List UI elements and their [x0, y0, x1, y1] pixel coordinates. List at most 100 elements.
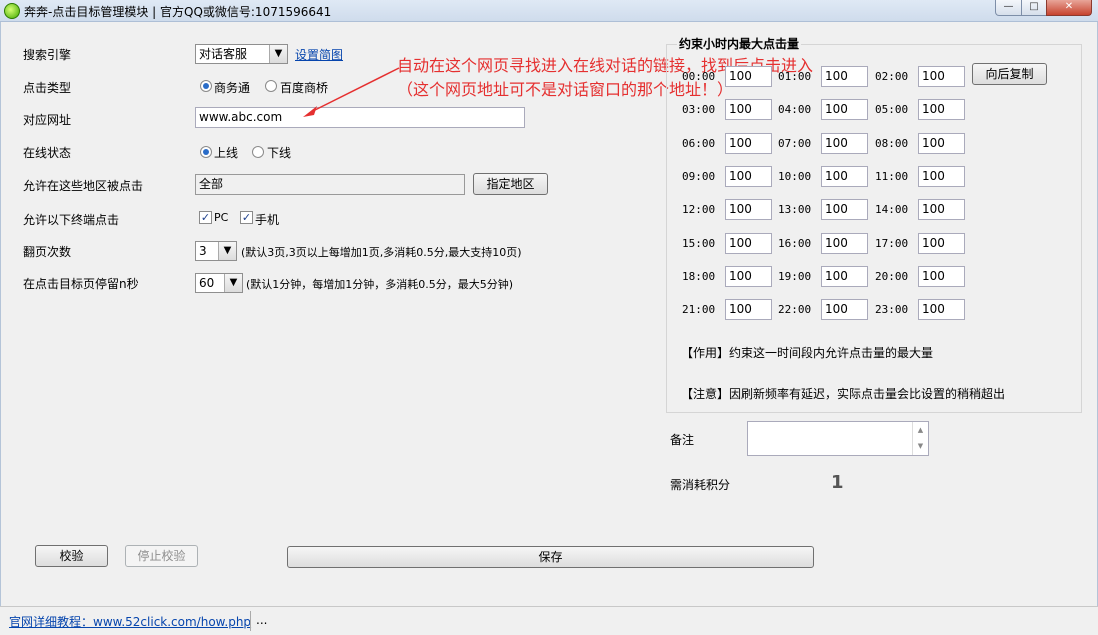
hour-limit-input[interactable]: 100	[918, 166, 965, 187]
hour-label: 02:00	[875, 70, 909, 83]
chevron-down-icon: ▼	[218, 242, 236, 260]
tutorial-link[interactable]: 官网详细教程：www.52click.com/how.php	[9, 613, 251, 630]
terminal-mobile-checkbox[interactable]: ✓	[240, 211, 253, 224]
pages-hint: (默认3页,3页以上每增加1页,多消耗0.5分,最大支持10页)	[241, 246, 522, 259]
hour-label: 17:00	[875, 237, 909, 250]
hour-limit-input[interactable]: 100	[918, 266, 965, 287]
hour-label: 19:00	[778, 270, 812, 283]
window-title: 奔奔-点击目标管理模块 | 官方QQ或微信号:1071596641	[24, 5, 332, 19]
regions-field: 全部	[195, 174, 465, 195]
online-status-label: 在线状态	[23, 146, 72, 160]
hour-limit-input[interactable]: 100	[918, 99, 965, 120]
hour-label: 22:00	[778, 303, 812, 316]
status-option-label: 上线	[214, 146, 239, 160]
hour-limit-input[interactable]: 100	[725, 99, 772, 120]
hour-limit-input[interactable]: 100	[821, 166, 868, 187]
remark-label: 备注	[670, 433, 695, 447]
hourly-limit-title: 约束小时内最大点击量	[677, 35, 802, 52]
search-engine-value: 对话客服	[199, 47, 248, 61]
hour-limit-input[interactable]: 100	[725, 233, 772, 254]
hour-label: 04:00	[778, 103, 812, 116]
hour-label: 15:00	[682, 237, 716, 250]
status-radio-offline[interactable]	[252, 146, 264, 158]
maximize-button[interactable]: □	[1021, 0, 1047, 16]
stop-verify-button[interactable]: 停止校验	[125, 545, 198, 567]
stay-select[interactable]: 60 ▼	[195, 273, 243, 293]
hour-label: 06:00	[682, 137, 716, 150]
hour-limit-input[interactable]: 100	[821, 133, 868, 154]
hour-limit-input[interactable]: 100	[918, 199, 965, 220]
hour-limit-input[interactable]: 100	[821, 233, 868, 254]
stay-hint: (默认1分钟，每增加1分钟，多消耗0.5分，最大5分钟)	[246, 278, 514, 291]
hour-limit-input[interactable]: 100	[821, 66, 868, 87]
hour-limit-input[interactable]: 100	[918, 233, 965, 254]
hour-label: 18:00	[682, 270, 716, 283]
hour-limit-input[interactable]: 100	[918, 66, 965, 87]
hour-limit-input[interactable]: 100	[821, 99, 868, 120]
status-option-label: 下线	[267, 146, 292, 160]
minimize-button[interactable]: —	[995, 0, 1022, 16]
click-type-radio-baidu[interactable]	[265, 80, 277, 92]
pages-label: 翻页次数	[23, 245, 72, 259]
cost-value: 1	[831, 472, 844, 493]
hour-label: 11:00	[875, 170, 909, 183]
hour-limit-input[interactable]: 100	[725, 199, 772, 220]
terminal-option-label: PC	[214, 211, 229, 224]
remark-input[interactable]: ▲ ▼	[747, 421, 929, 456]
chevron-down-icon: ▼	[269, 45, 287, 63]
hour-label: 13:00	[778, 203, 812, 216]
scrollbar[interactable]: ▲ ▼	[912, 422, 928, 455]
terminals-label: 允许以下终端点击	[23, 213, 120, 227]
hour-label: 03:00	[682, 103, 716, 116]
hour-limit-input[interactable]: 100	[821, 299, 868, 320]
specify-region-button[interactable]: 指定地区	[473, 173, 548, 195]
status-radio-online[interactable]	[200, 146, 212, 158]
main-panel: 搜索引擎 对话客服 ▼ 设置简图 点击类型 商务通 百度商桥 对应网址 www.…	[0, 22, 1098, 606]
stay-value: 60	[199, 276, 215, 290]
copy-forward-button[interactable]: 向后复制	[972, 63, 1047, 85]
hour-limit-input[interactable]: 100	[725, 266, 772, 287]
hourly-caution-note: 【注意】因刷新频率有延迟，实际点击量会比设置的稍稍超出	[681, 387, 1006, 401]
hour-label: 20:00	[875, 270, 909, 283]
click-type-option-label: 商务通	[214, 81, 251, 95]
hour-limit-input[interactable]: 100	[725, 133, 772, 154]
stay-label: 在点击目标页停留n秒	[23, 277, 139, 291]
hour-label: 16:00	[778, 237, 812, 250]
hour-limit-input[interactable]: 100	[821, 266, 868, 287]
hour-limit-input[interactable]: 100	[725, 299, 772, 320]
hour-label: 08:00	[875, 137, 909, 150]
click-type-label: 点击类型	[23, 81, 72, 95]
app-icon	[4, 3, 20, 19]
status-extra: ...	[256, 613, 268, 627]
pages-select[interactable]: 3 ▼	[195, 241, 237, 261]
hour-limit-input[interactable]: 100	[918, 299, 965, 320]
verify-button[interactable]: 校验	[35, 545, 108, 567]
hour-label: 07:00	[778, 137, 812, 150]
hour-label: 09:00	[682, 170, 716, 183]
click-type-radio-shangwutong[interactable]	[200, 80, 212, 92]
regions-label: 允许在这些地区被点击	[23, 179, 144, 193]
url-label: 对应网址	[23, 113, 72, 127]
hour-limit-input[interactable]: 100	[821, 199, 868, 220]
settings-diagram-link[interactable]: 设置简图	[295, 46, 343, 63]
pages-value: 3	[199, 244, 207, 258]
hour-label: 01:00	[778, 70, 812, 83]
search-engine-label: 搜索引擎	[23, 48, 72, 62]
hour-limit-input[interactable]: 100	[725, 166, 772, 187]
hour-label: 23:00	[875, 303, 909, 316]
chevron-down-icon: ▼	[224, 274, 242, 292]
hour-limit-input[interactable]: 100	[725, 66, 772, 87]
title-bar: 奔奔-点击目标管理模块 | 官方QQ或微信号:1071596641 — □ ✕	[0, 0, 1098, 22]
search-engine-select[interactable]: 对话客服 ▼	[195, 44, 288, 64]
hour-label: 10:00	[778, 170, 812, 183]
hour-label: 21:00	[682, 303, 716, 316]
status-divider	[250, 611, 251, 631]
close-button[interactable]: ✕	[1046, 0, 1092, 16]
hour-limit-input[interactable]: 100	[918, 133, 965, 154]
save-button[interactable]: 保存	[287, 546, 814, 568]
terminal-pc-checkbox[interactable]: ✓	[199, 211, 212, 224]
annotation-arrow-icon	[303, 67, 400, 117]
terminal-option-label: 手机	[255, 213, 280, 227]
hour-label: 12:00	[682, 203, 716, 216]
hour-label: 00:00	[682, 70, 716, 83]
